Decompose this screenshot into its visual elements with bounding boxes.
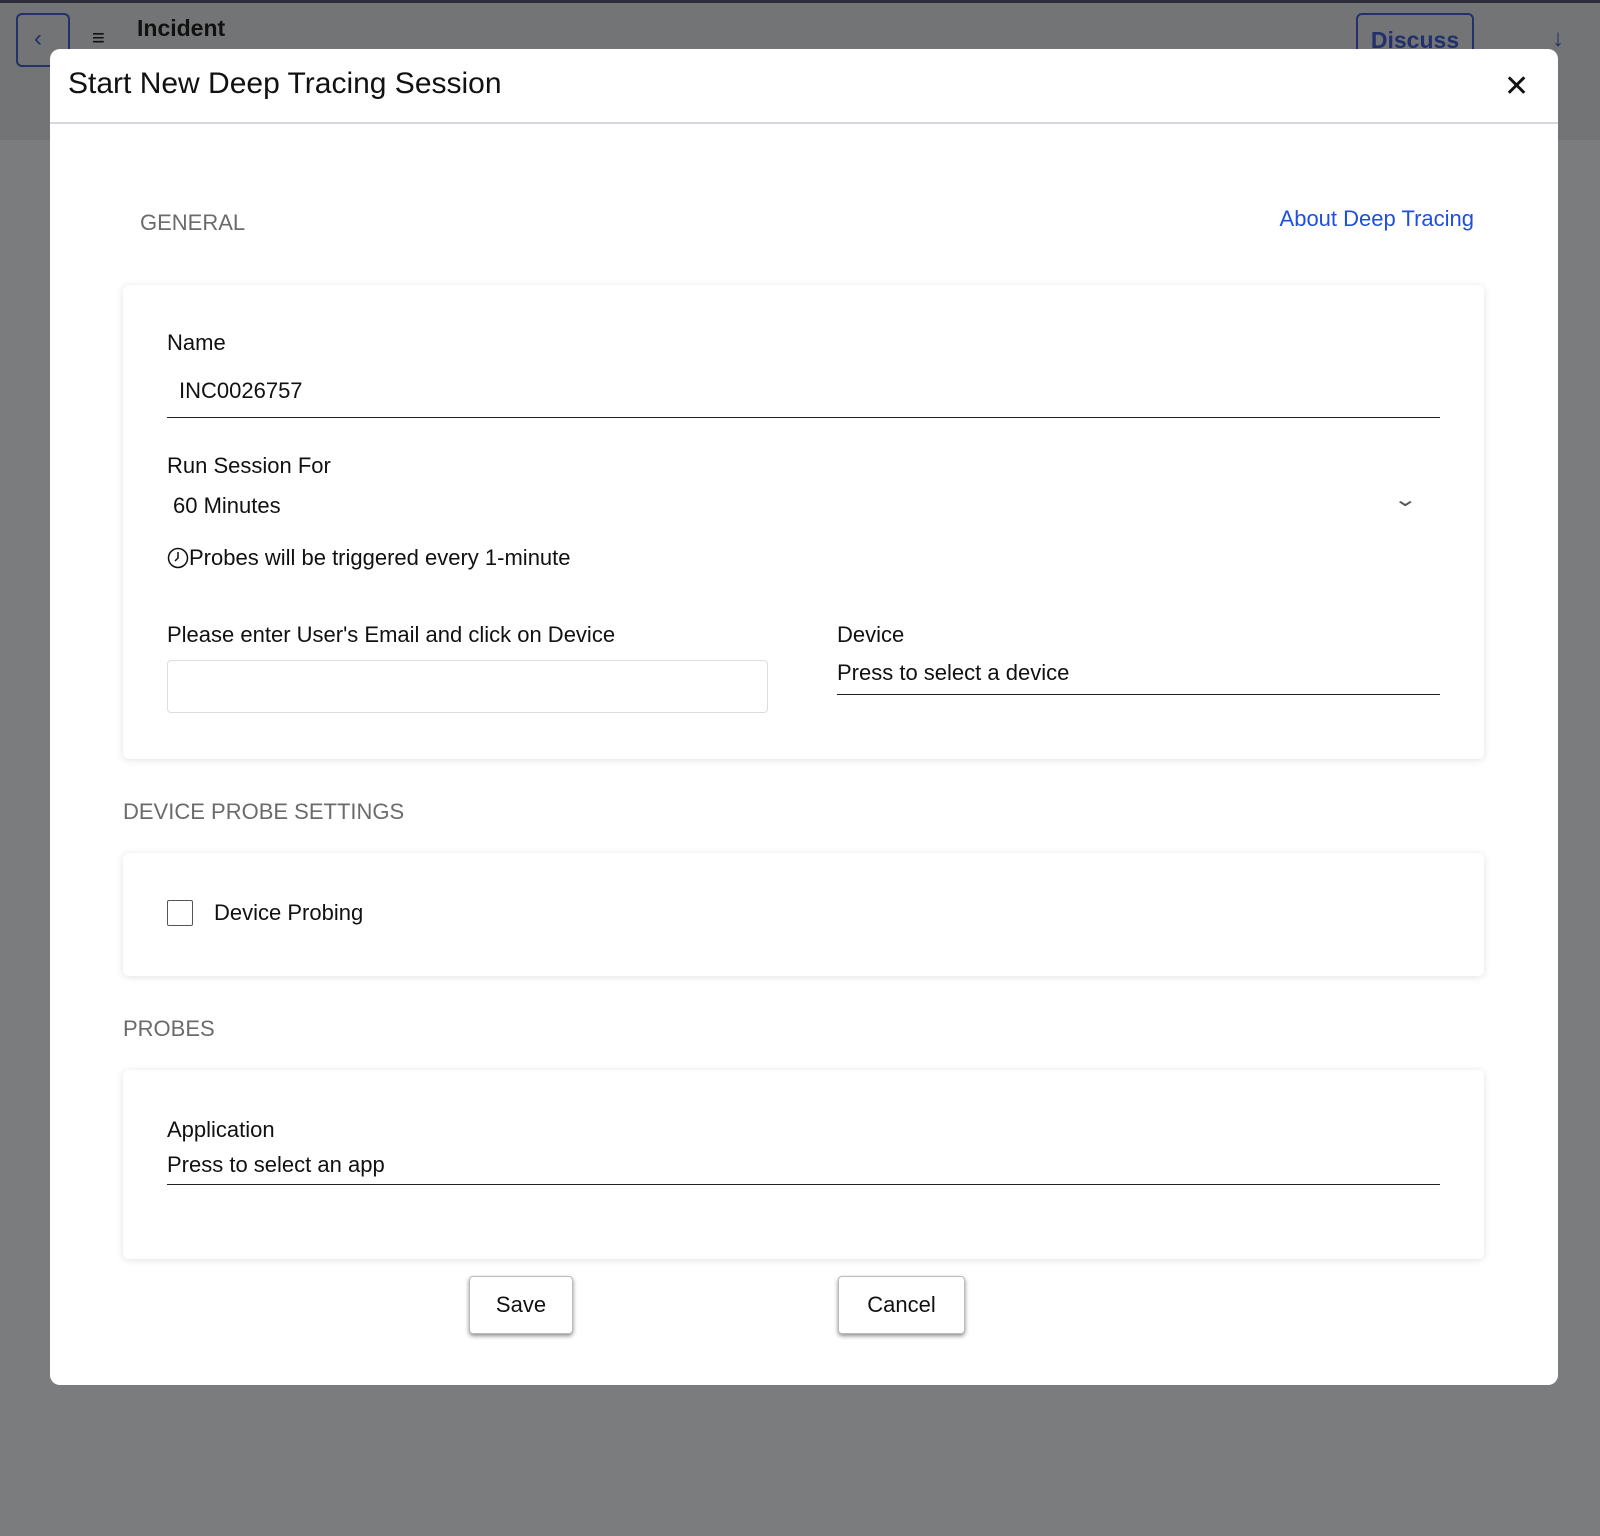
name-input[interactable]: INC0026757 bbox=[167, 365, 1440, 418]
probe-settings-heading: DEVICE PROBE SETTINGS bbox=[123, 799, 405, 824]
run-session-select[interactable]: 60 Minutes ⌄ bbox=[167, 483, 1440, 523]
probe-settings-card: Device Probing bbox=[123, 853, 1484, 976]
clock-icon bbox=[167, 547, 189, 569]
email-label: Please enter User's Email and click on D… bbox=[167, 622, 616, 647]
cancel-button[interactable]: Cancel bbox=[838, 1276, 965, 1334]
application-select[interactable]: Press to select an app bbox=[167, 1142, 1440, 1185]
general-heading: GENERAL bbox=[140, 210, 246, 235]
device-select[interactable]: Press to select a device bbox=[837, 650, 1440, 695]
modal-title: Start New Deep Tracing Session bbox=[68, 67, 502, 100]
device-probing-checkbox[interactable] bbox=[167, 900, 193, 926]
probe-note-text: Probes will be triggered every 1-minute bbox=[189, 545, 571, 570]
modal-header: Start New Deep Tracing Session ✕ bbox=[50, 49, 1558, 124]
deep-tracing-modal: Start New Deep Tracing Session ✕ GENERAL… bbox=[50, 49, 1558, 1385]
general-card: Name INC0026757 Run Session For 60 Minut… bbox=[123, 285, 1484, 759]
save-button[interactable]: Save bbox=[469, 1276, 573, 1334]
run-session-value: 60 Minutes bbox=[173, 493, 281, 518]
probes-card: Application Press to select an app bbox=[123, 1070, 1484, 1259]
close-icon[interactable]: ✕ bbox=[1504, 69, 1529, 104]
header-title: Incident bbox=[137, 15, 226, 41]
run-session-label: Run Session For bbox=[167, 453, 331, 478]
device-placeholder: Press to select a device bbox=[837, 660, 1070, 685]
probe-note: Probes will be triggered every 1-minute bbox=[167, 545, 571, 571]
chevron-down-icon: ⌄ bbox=[1392, 489, 1418, 511]
application-label: Application bbox=[167, 1117, 275, 1142]
about-deep-tracing-link[interactable]: About Deep Tracing bbox=[1280, 206, 1474, 232]
email-input[interactable] bbox=[167, 660, 768, 713]
menu-icon: ≡ bbox=[92, 25, 105, 50]
name-value: INC0026757 bbox=[179, 378, 303, 403]
application-placeholder: Press to select an app bbox=[167, 1152, 385, 1177]
name-label: Name bbox=[167, 330, 226, 355]
device-probing-label: Device Probing bbox=[214, 900, 364, 925]
chevron-left-icon: ‹ bbox=[34, 25, 42, 52]
probes-heading: PROBES bbox=[123, 1016, 215, 1041]
device-label: Device bbox=[837, 622, 905, 647]
